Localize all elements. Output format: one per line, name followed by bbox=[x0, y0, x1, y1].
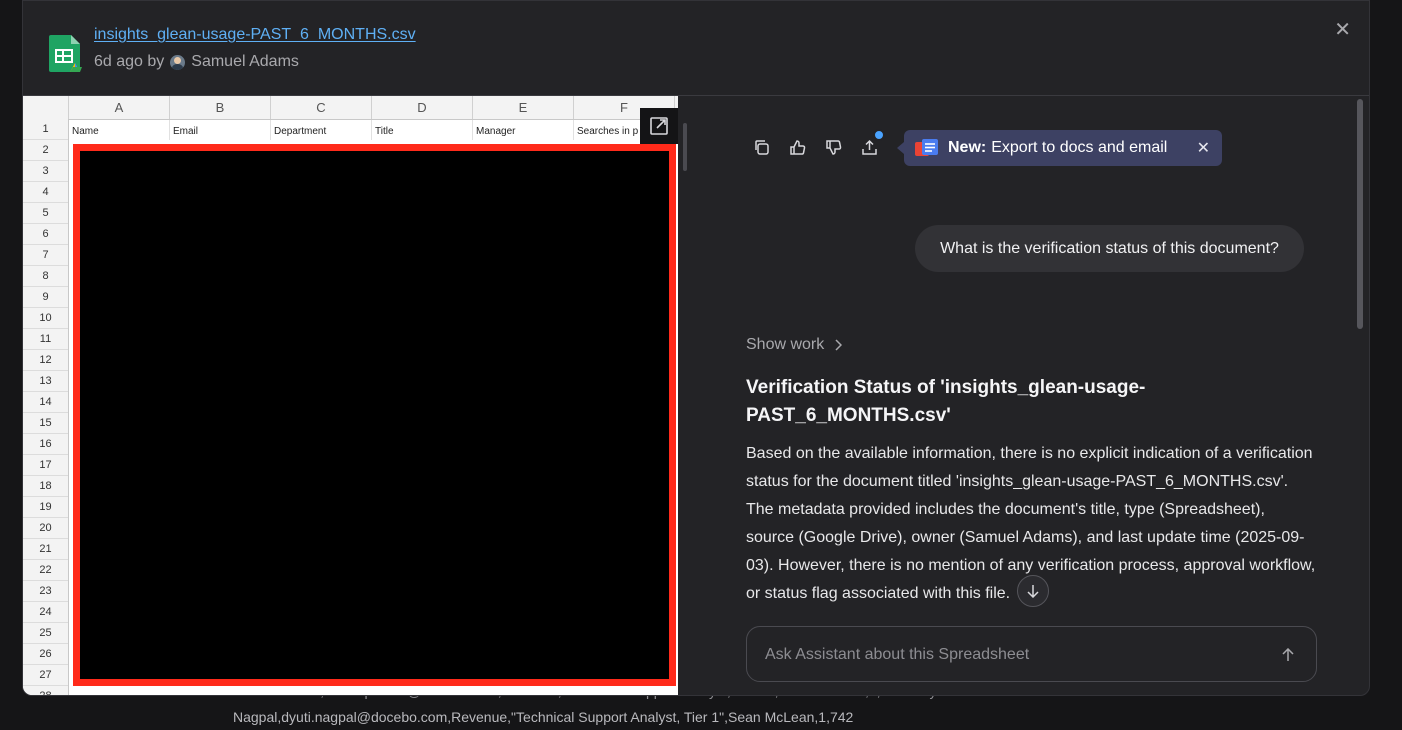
row-headers: 1 2 3 4 5 6 7 8 9 10 11 12 13 14 15 16 17 18 19 20 21 22 23 24 2… bbox=[23, 119, 69, 695]
owner-name[interactable]: Samuel Adams bbox=[191, 53, 299, 71]
row-header: 11 bbox=[23, 329, 68, 350]
column-header: D bbox=[372, 96, 473, 119]
row-header: 14 bbox=[23, 392, 68, 413]
promo-new-label: New: bbox=[948, 139, 987, 156]
answer-title: Verification Status of 'insights_glean-u… bbox=[746, 377, 1146, 426]
row-header: 17 bbox=[23, 455, 68, 476]
column-headers: A B C D E F bbox=[23, 96, 678, 120]
updated-ago: 6d ago by bbox=[94, 53, 165, 70]
cell: Email bbox=[170, 120, 271, 140]
chat-scrollbar[interactable] bbox=[1357, 99, 1363, 329]
modal-header: insights_glean-usage-PAST_6_MONTHS.csv 6… bbox=[23, 1, 1369, 96]
column-header: E bbox=[473, 96, 574, 119]
row-header: 7 bbox=[23, 245, 68, 266]
arrow-down-icon bbox=[1027, 585, 1039, 598]
row-header: 21 bbox=[23, 539, 68, 560]
assistant-input-box bbox=[746, 626, 1317, 682]
google-sheets-icon bbox=[49, 35, 82, 72]
row-header: 4 bbox=[23, 182, 68, 203]
spreadsheet-preview: A B C D E F 1 2 3 4 5 6 7 8 9 10 11 12 13 14 15 16 17 18 1… bbox=[23, 96, 678, 695]
row-header: 6 bbox=[23, 224, 68, 245]
promo-banner: New: Export to docs and email ✕ bbox=[897, 130, 1222, 166]
row-header: 24 bbox=[23, 602, 68, 623]
assistant-input[interactable] bbox=[763, 643, 1267, 667]
close-icon[interactable]: ✕ bbox=[1197, 138, 1210, 158]
row-header: 28 bbox=[23, 686, 68, 695]
row-header: 1 bbox=[23, 119, 68, 140]
chevron-right-icon bbox=[835, 339, 843, 351]
response-toolbar bbox=[751, 129, 885, 157]
file-meta: 6d ago by Samuel Adams bbox=[94, 53, 299, 71]
user-message: What is the verification status of this … bbox=[915, 225, 1304, 272]
row-header: 2 bbox=[23, 140, 68, 161]
row-header: 18 bbox=[23, 476, 68, 497]
row-header: 15 bbox=[23, 413, 68, 434]
resize-handle[interactable] bbox=[683, 123, 687, 171]
copy-icon[interactable] bbox=[751, 137, 771, 157]
row-header: 9 bbox=[23, 287, 68, 308]
column-header: A bbox=[69, 96, 170, 119]
row-header: 8 bbox=[23, 266, 68, 287]
docs-email-icon bbox=[915, 139, 938, 156]
row-header: 5 bbox=[23, 203, 68, 224]
corner-cell bbox=[23, 96, 69, 119]
row-header: 23 bbox=[23, 581, 68, 602]
close-icon[interactable]: ✕ bbox=[1334, 17, 1351, 42]
row-header: 12 bbox=[23, 350, 68, 371]
cell: Manager bbox=[473, 120, 574, 140]
cell: Department bbox=[271, 120, 372, 140]
row-header: 3 bbox=[23, 161, 68, 182]
scroll-down-button[interactable] bbox=[1017, 575, 1049, 607]
share-icon[interactable] bbox=[859, 129, 885, 157]
row-header: 26 bbox=[23, 644, 68, 665]
row-header: 13 bbox=[23, 371, 68, 392]
avatar bbox=[170, 54, 186, 70]
cell: Title bbox=[372, 120, 473, 140]
thumbs-down-icon[interactable] bbox=[823, 137, 843, 157]
row-header: 10 bbox=[23, 308, 68, 329]
background-line-2: Nagpal,dyuti.nagpal@docebo.com,Revenue,"… bbox=[233, 709, 854, 725]
column-header: B bbox=[170, 96, 271, 119]
column-header: C bbox=[271, 96, 372, 119]
arrow-up-icon bbox=[1282, 648, 1294, 661]
row-header: 16 bbox=[23, 434, 68, 455]
notification-dot bbox=[873, 129, 885, 141]
show-work-button[interactable]: Show work bbox=[746, 336, 843, 354]
cell: Name bbox=[69, 120, 170, 140]
promo-text[interactable]: Export to docs and email bbox=[991, 139, 1167, 157]
preview-modal: insights_glean-usage-PAST_6_MONTHS.csv 6… bbox=[22, 0, 1370, 696]
header-row: Name Email Department Title Manager Sear… bbox=[69, 120, 678, 140]
open-external-icon[interactable] bbox=[640, 108, 678, 144]
show-work-label: Show work bbox=[746, 336, 825, 353]
send-button[interactable] bbox=[1278, 645, 1298, 665]
file-title-link[interactable]: insights_glean-usage-PAST_6_MONTHS.csv bbox=[94, 26, 416, 44]
thumbs-up-icon[interactable] bbox=[787, 137, 807, 157]
row-header: 22 bbox=[23, 560, 68, 581]
row-header: 20 bbox=[23, 518, 68, 539]
row-header: 25 bbox=[23, 623, 68, 644]
redacted-area bbox=[73, 144, 676, 686]
row-header: 27 bbox=[23, 665, 68, 686]
row-header: 19 bbox=[23, 497, 68, 518]
